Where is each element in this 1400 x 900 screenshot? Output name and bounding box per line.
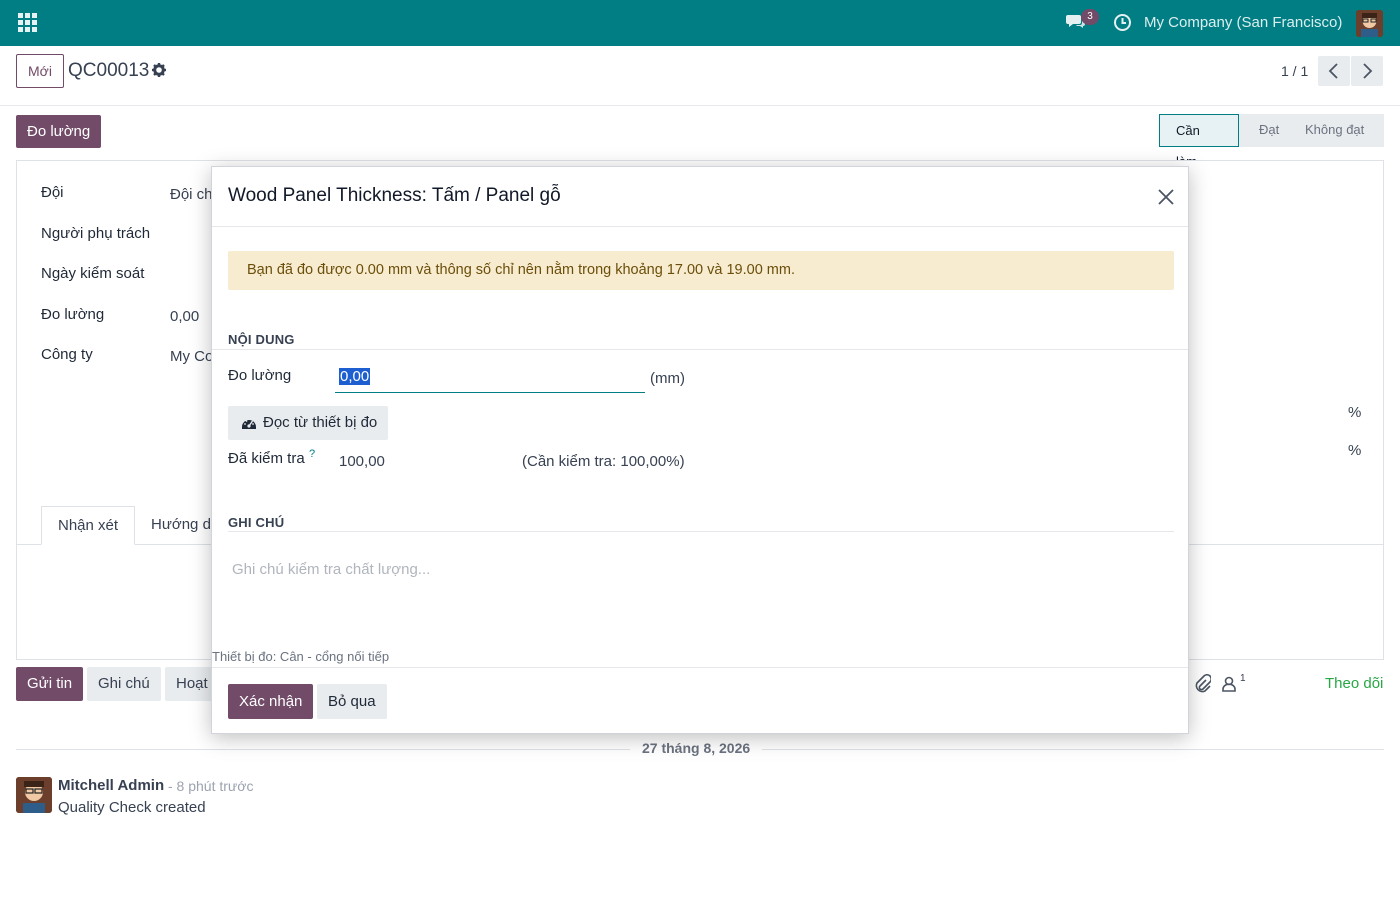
warning-alert: Bạn đã đo được 0.00 mm và thông số chỉ n… <box>228 251 1174 290</box>
confirm-button[interactable]: Xác nhận <box>228 684 314 719</box>
dialog-measure-label: Đo lường <box>228 367 292 384</box>
content-section-divider <box>212 349 1188 350</box>
measure-dialog: Wood Panel Thickness: Tấm / Panel gỗ Bạn… <box>211 166 1189 734</box>
device-info: Thiết bị đo: Cân - cổng nối tiếp <box>212 649 390 664</box>
dialog-title: Wood Panel Thickness: Tấm / Panel gỗ <box>228 185 561 206</box>
help-tooltip-icon[interactable]: ? <box>309 448 315 460</box>
read-from-device-label: Đọc từ thiết bị đo <box>263 414 378 431</box>
dialog-footer-divider <box>212 667 1188 668</box>
checked-quantity-label: Đã kiểm tra <box>228 450 305 467</box>
dialog-header: Wood Panel Thickness: Tấm / Panel gỗ <box>212 167 1188 227</box>
quality-notes-editor[interactable]: Ghi chú kiểm tra chất lượng... <box>232 561 430 578</box>
checked-quantity-value[interactable]: 100,00 <box>339 453 385 470</box>
read-from-device-button[interactable]: Đọc từ thiết bị đo <box>228 406 389 440</box>
discard-button[interactable]: Bỏ qua <box>317 684 387 719</box>
required-quantity-text: (Cần kiểm tra: 100,00%) <box>522 453 685 470</box>
content-section-title: NỘI DUNG <box>228 332 295 347</box>
measure-input-value: 0,00 <box>339 368 371 385</box>
notes-section-divider <box>228 531 1174 532</box>
measure-unit: (mm) <box>650 370 685 387</box>
notes-section-title: GHI CHÚ <box>228 515 285 530</box>
close-icon[interactable] <box>1156 187 1176 210</box>
gauge-icon <box>242 420 256 429</box>
measure-input[interactable]: 0,00 <box>335 363 645 393</box>
